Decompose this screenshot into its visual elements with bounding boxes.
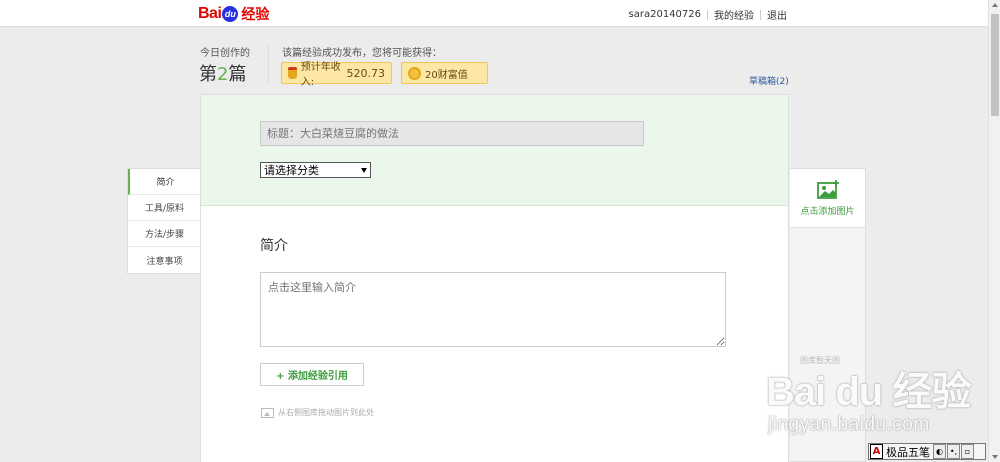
vertical-scrollbar[interactable] [988,0,1000,462]
ime-mode-button[interactable]: A [870,444,883,459]
section-nav: 简介 工具/原料 方法/步骤 注意事项 [127,168,201,274]
section-title: 简介 [260,238,288,254]
nav-item-label: 工具/原料 [144,204,185,214]
top-bar: Bai du 经验 sara20140726 我的经验 退出 [0,0,988,27]
logo-jingyan-text: 经验 [241,6,270,22]
scrollbar-thumb[interactable] [991,14,999,116]
coin-icon [408,66,421,80]
logo-bai-text: Bai [198,5,222,22]
editor-panel: 请选择分类 简介 + 添加经验引用 从右侧图库拖动图片到此处 [200,94,789,462]
intro-input[interactable] [260,272,726,347]
title-input[interactable] [260,121,644,146]
drag-hint-text: 从右侧图库拖动图片到此处 [278,408,374,417]
scroll-up-icon[interactable] [992,3,998,7]
count-prefix: 第 [199,64,217,85]
nav-item-tools[interactable]: 工具/原料 [128,195,201,221]
watermark-url: jingyan.baidu.com [768,414,930,435]
image-icon [261,407,274,418]
money-bag-icon [288,67,297,79]
moon-icon[interactable]: ◐ [933,444,946,459]
title-area: 请选择分类 [201,95,788,206]
watermark-logo: Bai du 经验 [766,370,971,414]
today-label: 今日创作的 [200,48,250,59]
add-image-button[interactable]: 点击添加图片 [790,169,865,228]
logout-link[interactable]: 退出 [767,7,787,22]
punctuation-icon[interactable]: •, [947,444,960,459]
baidu-jingyan-watermark: Bai du 经验 jingyan.baidu.com [766,370,971,436]
nav-item-steps[interactable]: 方法/步骤 [128,221,201,247]
drafts-link[interactable]: 草稿箱(2) [749,74,789,87]
income-badge: 预计年收入: 520.73 [281,62,392,88]
nav-item-notes[interactable]: 注意事项 [128,247,201,273]
add-image-label: 点击添加图片 [800,207,855,217]
income-value: 520.73 [346,66,386,80]
divider [707,9,708,20]
category-select[interactable]: 请选择分类 [260,162,371,178]
ime-name: 极品五笔 [886,445,930,459]
add-image-icon [816,180,839,199]
publish-note: 该篇经验成功发布，您将可能获得： [282,48,442,59]
count-suffix: 篇 [228,64,247,85]
divider [268,44,269,84]
wealth-badge: 20财富值 [401,62,488,84]
today-count: 第2篇 [199,60,246,86]
empty-library-text: 图库暂无图 [800,356,840,365]
paw-icon: du [222,6,239,22]
add-reference-button[interactable]: + 添加经验引用 [260,363,364,386]
category-selected: 请选择分类 [264,164,319,177]
wealth-label: 20财富值 [425,69,468,81]
nav-item-label: 注意事项 [146,256,183,267]
username-link[interactable]: sara20140726 [629,9,701,20]
income-label: 预计年收入: [300,62,341,88]
nav-item-label: 简介 [156,178,175,188]
nav-item-intro[interactable]: 简介 [128,169,201,195]
keyboard-icon[interactable]: ▫ [961,444,974,459]
my-experience-link[interactable]: 我的经验 [714,7,754,22]
divider [760,9,761,20]
nav-item-label: 方法/步骤 [144,230,185,240]
user-links: sara20140726 我的经验 退出 [629,7,787,22]
drag-hint: 从右侧图库拖动图片到此处 [261,407,374,418]
chevron-down-icon [361,167,367,173]
count-number: 2 [217,64,229,85]
ime-toolbar[interactable]: A 极品五笔 ◐ •, ▫ [868,443,986,460]
scroll-down-icon[interactable] [992,455,998,459]
baidu-jingyan-logo[interactable]: Bai du 经验 [198,4,269,24]
